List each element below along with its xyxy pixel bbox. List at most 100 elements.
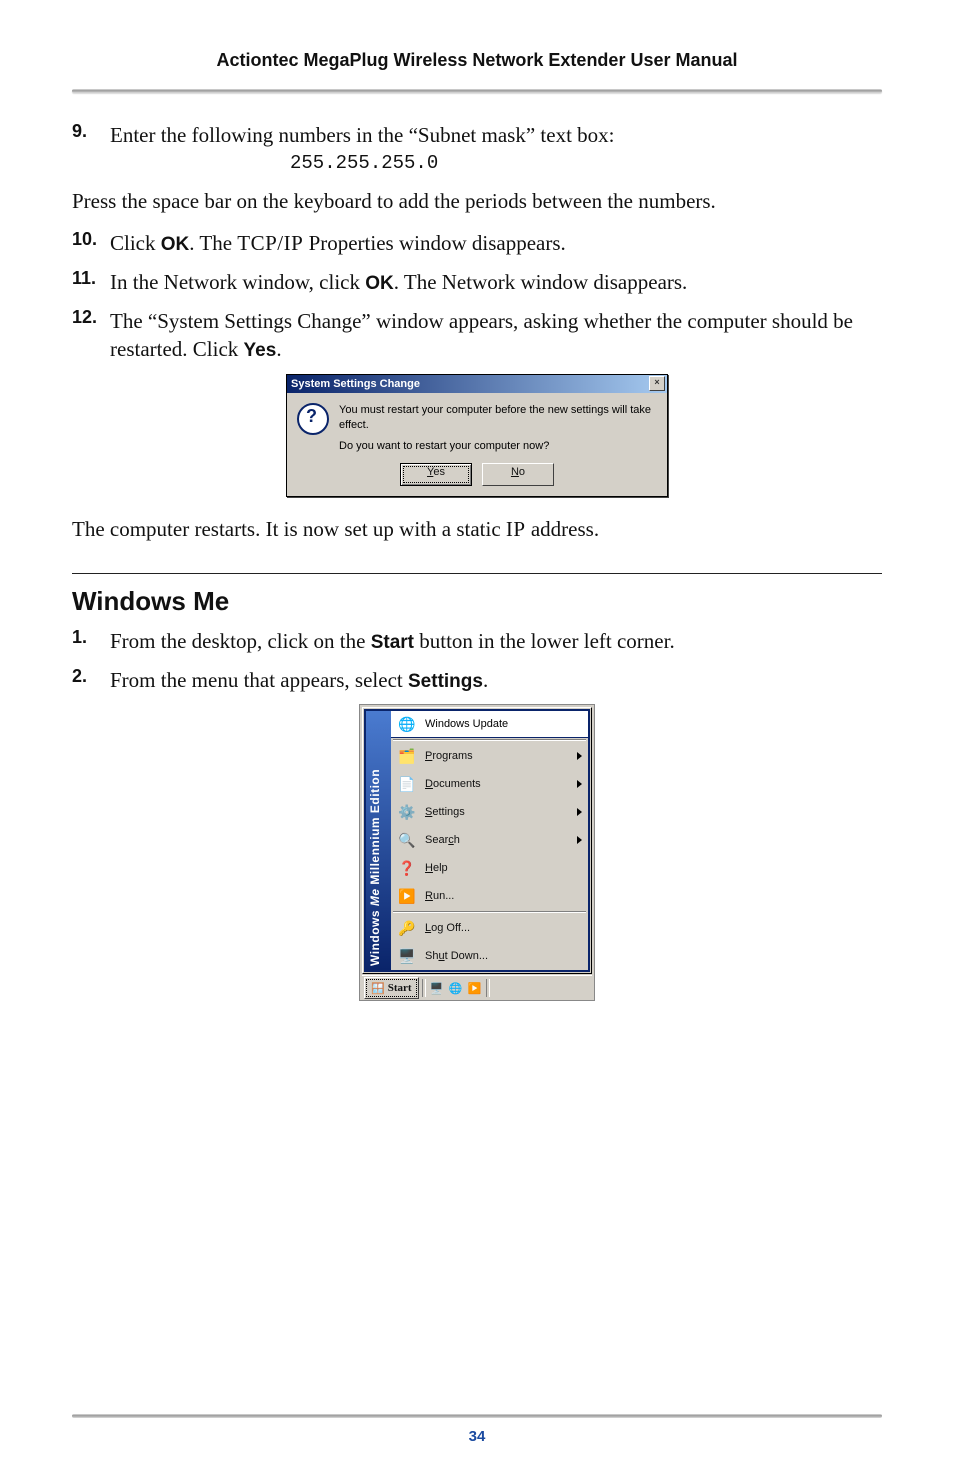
menu-item-settings[interactable]: ⚙️ Settings <box>391 798 588 826</box>
me-step-1-body: From the desktop, click on the Start but… <box>110 627 882 656</box>
menu-item-programs[interactable]: 🗂️ Programs <box>391 742 588 770</box>
no-button[interactable]: No <box>482 463 554 486</box>
side-me: Me <box>368 889 382 907</box>
run-icon: ▶️ <box>397 886 417 906</box>
start-menu: Windows Me Millennium Edition 🌐 Windows … <box>362 707 592 974</box>
shutdown-pre: Sh <box>425 950 438 962</box>
step-10: 10. Click OK. The TCP/IP Properties wind… <box>72 229 882 258</box>
chevron-right-icon <box>577 836 582 844</box>
menu-item-shut-down[interactable]: 🖥️ Shut Down... <box>391 942 588 970</box>
help-icon: ❓ <box>397 858 417 878</box>
help-mn: H <box>425 862 433 874</box>
start-label: Start <box>388 982 412 994</box>
start-menu-side-banner: Windows Me Millennium Edition <box>366 711 391 970</box>
quick-launch-desktop-icon[interactable]: 🖥️ <box>429 980 445 996</box>
after-dialog-post: address. <box>526 517 599 541</box>
step-9-text: Enter the following numbers in the “Subn… <box>110 123 614 147</box>
section-divider <box>72 573 882 574</box>
step-10-pre: Click <box>110 231 161 255</box>
search-r: h <box>454 834 460 846</box>
settings-icon: ⚙️ <box>397 802 417 822</box>
search-icon: 🔍 <box>397 830 417 850</box>
windows-flag-icon: 🪟 <box>371 982 385 995</box>
programs-icon: 🗂️ <box>397 746 417 766</box>
dialog-title: System Settings Change <box>291 378 420 390</box>
yes-button[interactable]: Yes <box>400 463 472 486</box>
step-9-num: 9. <box>72 121 110 142</box>
step-11-num: 11. <box>72 268 110 289</box>
documents-mn: D <box>425 778 433 790</box>
menu-item-documents[interactable]: 📄 Documents <box>391 770 588 798</box>
quick-launch-media-icon[interactable]: ▶️ <box>467 980 483 996</box>
step-9: 9. Enter the following numbers in the “S… <box>72 121 882 177</box>
header-rule <box>72 89 882 93</box>
shutdown-r: t Down... <box>445 950 488 962</box>
settings-r: ettings <box>432 806 464 818</box>
run-mn: R <box>425 890 433 902</box>
system-settings-change-dialog: System Settings Change × You must restar… <box>286 374 668 497</box>
search-pre: Sear <box>425 834 448 846</box>
me-step-2-pre: From the menu that appears, select <box>110 668 408 692</box>
question-icon <box>297 403 329 435</box>
dialog-titlebar[interactable]: System Settings Change × <box>287 375 667 393</box>
help-r: elp <box>433 862 448 874</box>
step-11: 11. In the Network window, click OK. The… <box>72 268 882 297</box>
menu-separator <box>393 911 586 913</box>
step-10-body: Click OK. The TCP/IP Properties window d… <box>110 229 882 258</box>
me-step-2: 2. From the menu that appears, select Se… <box>72 666 882 695</box>
menu-item-windows-update[interactable]: 🌐 Windows Update <box>391 711 588 738</box>
me-step-1: 1. From the desktop, click on the Start … <box>72 627 882 656</box>
footer-rule <box>72 1414 882 1418</box>
page-number: 34 <box>72 1428 882 1445</box>
log-off-icon: 🔑 <box>397 918 417 938</box>
no-rest: o <box>519 466 525 478</box>
side-windows: Windows <box>368 910 382 966</box>
taskbar-separator <box>422 979 426 997</box>
step-12-yes: Yes <box>244 340 277 361</box>
menu-item-run[interactable]: ▶️ Run... <box>391 882 588 910</box>
documents-icon: 📄 <box>397 774 417 794</box>
step-10-post: Properties window disappears. <box>303 231 565 255</box>
me-step-2-settings: Settings <box>408 671 483 692</box>
windows-update-label: Windows Update <box>425 718 508 730</box>
menu-item-help[interactable]: ❓ Help <box>391 854 588 882</box>
menu-item-log-off[interactable]: 🔑 Log Off... <box>391 914 588 942</box>
step-11-post: . The Network window disappears. <box>394 270 688 294</box>
me-step-2-body: From the menu that appears, select Setti… <box>110 666 882 695</box>
logoff-r: og Off... <box>431 922 470 934</box>
step-10-num: 10. <box>72 229 110 250</box>
me-step-1-start: Start <box>371 632 414 653</box>
me-step-2-post: . <box>483 668 488 692</box>
windows-me-heading: Windows Me <box>72 586 882 617</box>
dialog-line-1: You must restart your computer before th… <box>339 403 657 434</box>
close-icon[interactable]: × <box>649 376 665 391</box>
step-12-pre: The “System Settings Change” window appe… <box>110 309 853 361</box>
windows-update-icon: 🌐 <box>397 714 417 734</box>
step-10-mid: . The <box>189 231 237 255</box>
shut-down-icon: 🖥️ <box>397 946 417 966</box>
run-r: un... <box>433 890 454 902</box>
step-12: 12. The “System Settings Change” window … <box>72 307 882 364</box>
after-dialog: The computer restarts. It is now set up … <box>72 515 882 543</box>
quick-launch-ie-icon[interactable]: 🌐 <box>448 980 464 996</box>
dialog-line-2: Do you want to restart your computer now… <box>339 439 657 454</box>
yes-rest: es <box>433 466 445 478</box>
manual-header: Actiontec MegaPlug Wireless Network Exte… <box>72 50 882 89</box>
chevron-right-icon <box>577 808 582 816</box>
after-step-9: Press the space bar on the keyboard to a… <box>72 187 882 215</box>
step-10-ok: OK <box>161 234 190 255</box>
programs-r: rograms <box>432 750 472 762</box>
menu-separator <box>393 739 586 741</box>
me-step-1-post: button in the lower left corner. <box>414 629 675 653</box>
step-12-body: The “System Settings Change” window appe… <box>110 307 882 364</box>
step-11-pre: In the Network window, click <box>110 270 365 294</box>
me-step-2-num: 2. <box>72 666 110 687</box>
me-step-1-pre: From the desktop, click on the <box>110 629 371 653</box>
menu-item-search[interactable]: 🔍 Search <box>391 826 588 854</box>
start-button[interactable]: 🪟 Start <box>364 977 419 999</box>
step-12-num: 12. <box>72 307 110 328</box>
documents-r: ocuments <box>433 778 481 790</box>
taskbar-separator <box>486 979 490 997</box>
start-menu-screenshot: Windows Me Millennium Edition 🌐 Windows … <box>359 704 595 1001</box>
step-11-ok: OK <box>365 273 394 294</box>
